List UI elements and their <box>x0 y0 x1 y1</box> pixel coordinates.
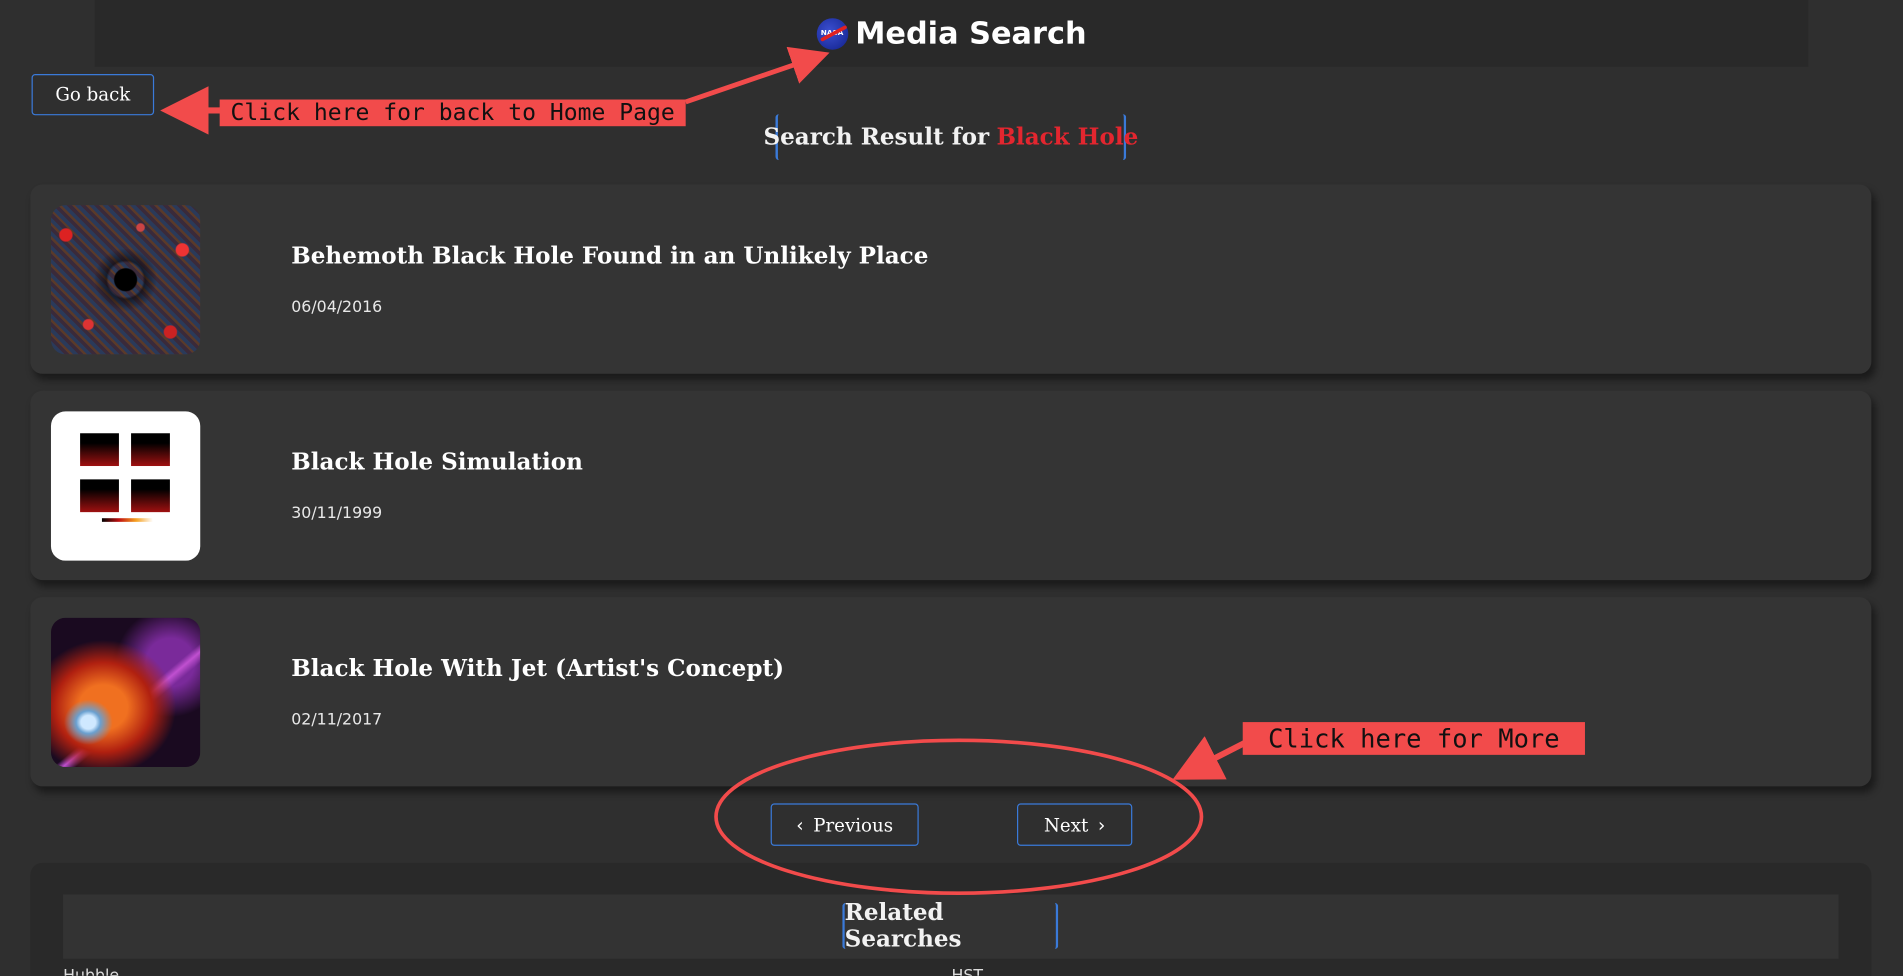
nasa-logo-icon: NASA <box>816 17 848 50</box>
brand[interactable]: NASA Media Search <box>816 15 1087 51</box>
previous-button[interactable]: ‹ Previous <box>770 803 919 846</box>
result-prefix: Search Result for <box>763 123 990 151</box>
page-header: NASA Media Search <box>94 0 1809 67</box>
site-title: Media Search <box>855 15 1087 51</box>
result-date: 02/11/2017 <box>291 711 383 730</box>
result-card[interactable]: Black Hole Simulation 30/11/1999 <box>30 390 1872 581</box>
plot-thumb <box>80 433 119 467</box>
result-date: 30/11/1999 <box>291 504 383 524</box>
result-card[interactable]: Black Hole With Jet (Artist's Concept) 0… <box>30 597 1872 787</box>
chevron-right-icon: › <box>1098 813 1106 836</box>
related-title: Related Searches <box>842 899 1059 953</box>
go-back-button[interactable]: Go back <box>31 74 155 116</box>
chevron-left-icon: ‹ <box>796 813 804 836</box>
colorbar <box>101 518 153 522</box>
result-title[interactable]: Black Hole Simulation <box>291 449 583 476</box>
result-date: 06/04/2016 <box>291 298 383 317</box>
black-hole-jet-image[interactable] <box>50 617 201 767</box>
next-label: Next <box>1043 813 1089 836</box>
simulation-plots-image[interactable] <box>50 411 201 561</box>
next-button[interactable]: Next › <box>1016 803 1133 846</box>
search-result-heading: Search Result for Black Hole <box>763 114 1138 161</box>
result-title[interactable]: Behemoth Black Hole Found in an Unlikely… <box>291 243 928 270</box>
result-card[interactable]: Behemoth Black Hole Found in an Unlikely… <box>30 184 1872 374</box>
galaxy-black-hole-image[interactable] <box>50 205 201 355</box>
plot-thumb <box>131 479 170 513</box>
previous-label: Previous <box>813 813 894 836</box>
home-annotation: Click here for back to Home Page <box>219 99 686 127</box>
plot-thumb <box>80 479 119 513</box>
more-annotation: Click here for More <box>1242 722 1585 755</box>
result-title[interactable]: Black Hole With Jet (Artist's Concept) <box>291 655 784 682</box>
logo-text: NASA <box>820 29 844 38</box>
related-item[interactable]: Hubble <box>63 967 119 975</box>
plot-thumb <box>131 433 170 467</box>
related-searches-panel: Related Searches Hubble HST <box>30 862 1872 976</box>
related-item[interactable]: HST <box>951 967 983 975</box>
search-query: Black Hole <box>996 123 1139 151</box>
